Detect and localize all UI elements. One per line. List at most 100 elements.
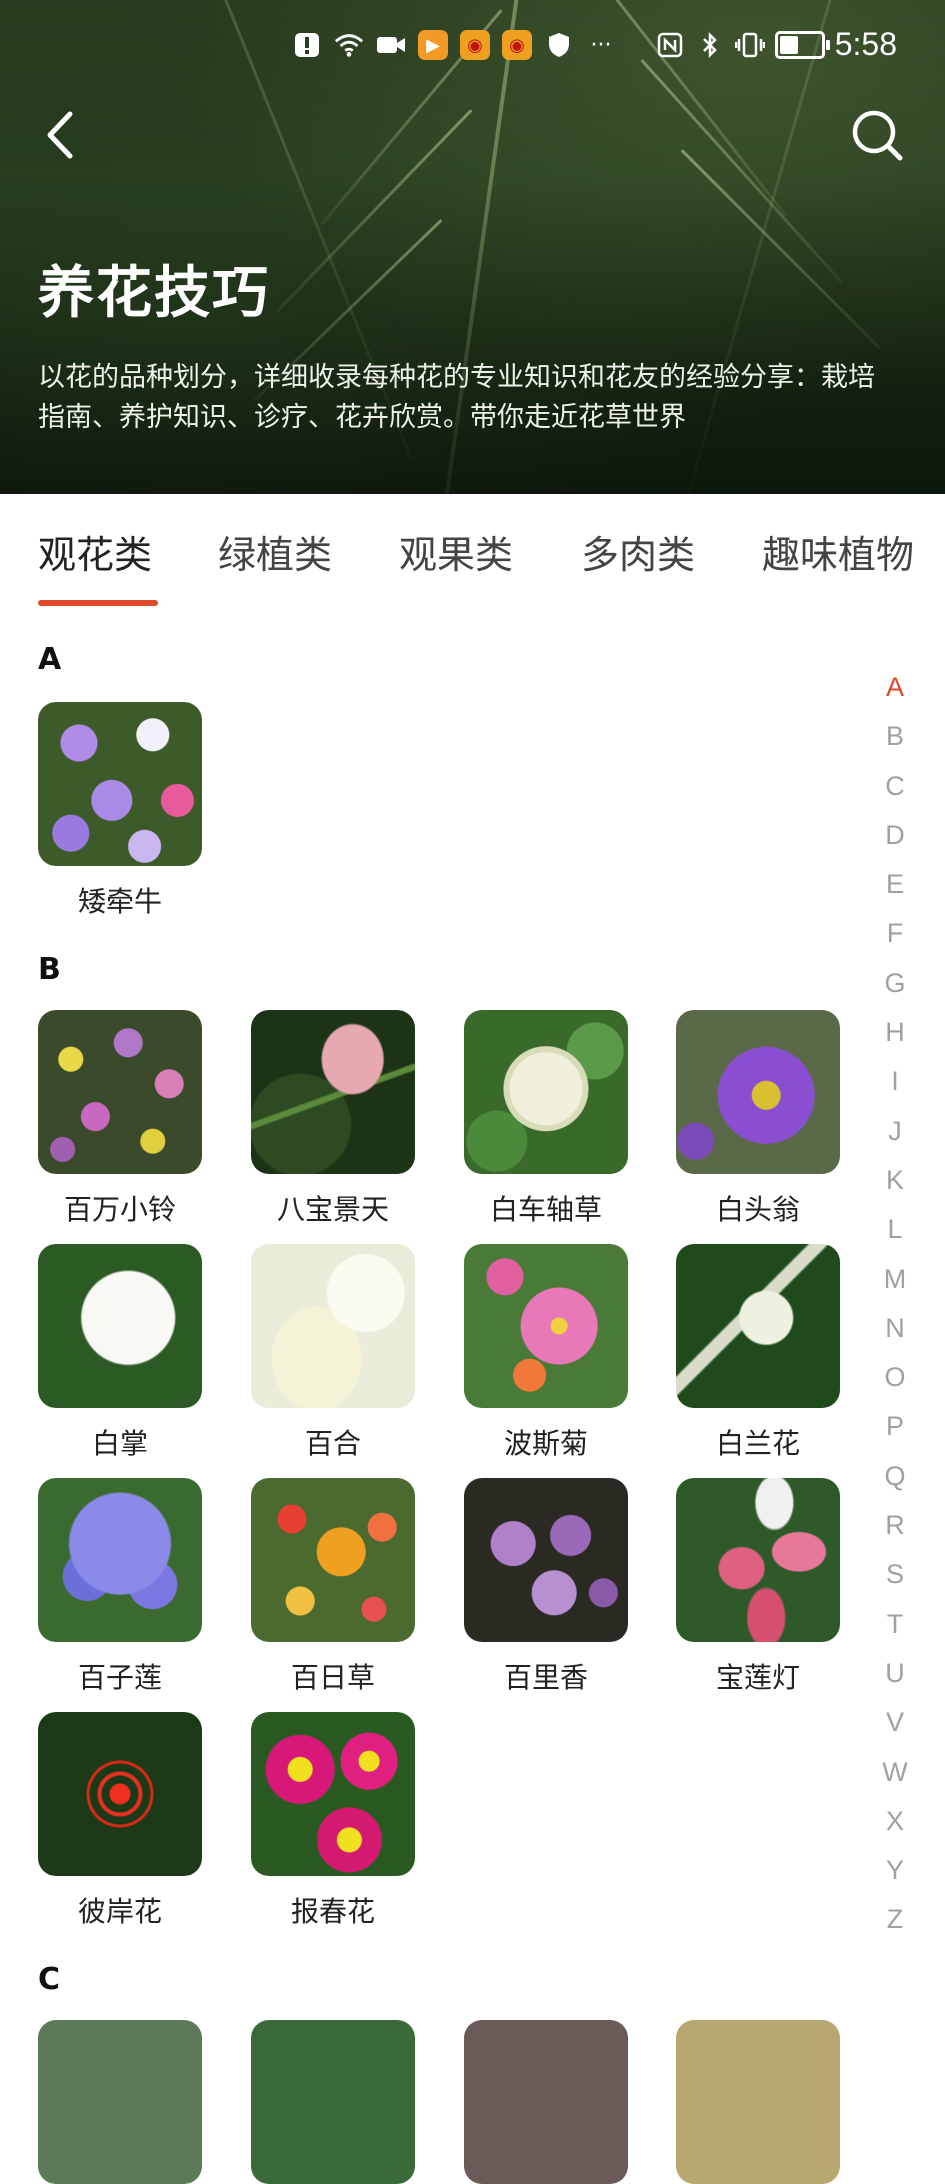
tab-foliage[interactable]: 绿植类: [218, 524, 332, 579]
page-title: 养花技巧: [38, 261, 270, 326]
status-bar: ▶ ◉ ◉ ··· 5:58: [0, 22, 945, 74]
plant-thumbnail: [38, 1244, 202, 1408]
plant-item[interactable]: [251, 2020, 415, 2184]
alphabet-letter-g[interactable]: G: [875, 959, 915, 1008]
alphabet-letter-v[interactable]: V: [875, 1698, 915, 1747]
plant-item[interactable]: [464, 2020, 628, 2184]
plant-name: 报春花: [290, 1895, 375, 1928]
category-tabs: 观花类 绿植类 观果类 多肉类 趣味植物: [0, 494, 945, 606]
alphabet-letter-u[interactable]: U: [875, 1649, 915, 1698]
plant-name: 百子莲: [77, 1661, 162, 1694]
battery-icon: [774, 30, 830, 59]
plant-item[interactable]: 波斯菊: [464, 1244, 628, 1462]
plant-name: 波斯菊: [503, 1427, 588, 1460]
plant-thumbnail: [464, 2020, 628, 2184]
alert-icon: [292, 30, 322, 60]
alphabet-letter-o[interactable]: O: [875, 1353, 915, 1402]
plant-thumbnail: [38, 1712, 202, 1876]
alphabet-letter-n[interactable]: N: [875, 1304, 915, 1353]
back-button[interactable]: [36, 108, 90, 162]
alphabet-index[interactable]: ABCDEFGHIJKLMNOPQRSTUVWXYZ: [875, 663, 915, 1945]
tab-interesting[interactable]: 趣味植物: [762, 524, 914, 579]
plant-item[interactable]: 白车轴草: [464, 1010, 628, 1228]
alphabet-letter-d[interactable]: D: [875, 811, 915, 860]
plant-item[interactable]: [38, 2020, 202, 2184]
plant-thumbnail: [251, 2020, 415, 2184]
alphabet-letter-f[interactable]: F: [875, 909, 915, 958]
plant-item[interactable]: 宝莲灯: [676, 1478, 840, 1696]
alphabet-letter-r[interactable]: R: [875, 1501, 915, 1550]
page-description: 以花的品种划分，详细收录每种花的专业知识和花友的经验分享：栽培指南、养护知识、诊…: [38, 362, 875, 433]
plant-thumbnail: [251, 1010, 415, 1174]
plant-item[interactable]: 报春花: [251, 1712, 415, 1930]
plant-item[interactable]: 百日草: [251, 1478, 415, 1696]
plant-item[interactable]: 百子莲: [38, 1478, 202, 1696]
plant-item[interactable]: 白兰花: [676, 1244, 840, 1462]
plant-item[interactable]: [676, 2020, 840, 2184]
plant-name: 白兰花: [715, 1427, 800, 1460]
alphabet-letter-i[interactable]: I: [875, 1057, 915, 1106]
alphabet-letter-q[interactable]: Q: [875, 1452, 915, 1501]
plant-item[interactable]: 百里香: [464, 1478, 628, 1696]
plant-name: 百日草: [290, 1661, 375, 1694]
more-icon: ···: [590, 32, 612, 58]
plant-name: 宝莲灯: [715, 1661, 800, 1694]
shield-icon: [544, 30, 574, 60]
vibrate-icon: [734, 30, 765, 60]
alphabet-letter-w[interactable]: W: [875, 1748, 915, 1797]
alphabet-letter-j[interactable]: J: [875, 1107, 915, 1156]
plant-thumbnail: [464, 1010, 628, 1174]
alphabet-letter-p[interactable]: P: [875, 1402, 915, 1451]
plant-name: 白掌: [91, 1427, 148, 1460]
nfc-icon: [655, 30, 685, 60]
plant-thumbnail: [464, 1244, 628, 1408]
active-tab-indicator: [38, 600, 158, 606]
alphabet-letter-t[interactable]: T: [875, 1600, 915, 1649]
plant-name: 百里香: [503, 1661, 588, 1694]
alphabet-letter-e[interactable]: E: [875, 860, 915, 909]
alphabet-letter-x[interactable]: X: [875, 1797, 915, 1846]
alphabet-letter-c[interactable]: C: [875, 762, 915, 811]
alphabet-letter-h[interactable]: H: [875, 1008, 915, 1057]
tab-flowering[interactable]: 观花类: [38, 524, 152, 579]
plant-item[interactable]: 矮牵牛: [38, 702, 202, 920]
alphabet-letter-a[interactable]: A: [875, 663, 915, 712]
alphabet-letter-k[interactable]: K: [875, 1156, 915, 1205]
plant-thumbnail: [251, 1244, 415, 1408]
plant-item[interactable]: 百合: [251, 1244, 415, 1462]
weibo-icon: ◉: [460, 30, 490, 60]
search-button[interactable]: [848, 106, 908, 166]
plant-item[interactable]: 彼岸花: [38, 1712, 202, 1930]
alphabet-letter-b[interactable]: B: [875, 712, 915, 761]
plant-name: 八宝景天: [276, 1193, 389, 1226]
wifi-icon: [334, 30, 364, 60]
alphabet-letter-y[interactable]: Y: [875, 1846, 915, 1895]
plant-thumbnail: [676, 1010, 840, 1174]
app-icon: ▶: [418, 30, 448, 60]
plant-item[interactable]: 白掌: [38, 1244, 202, 1462]
alphabet-letter-m[interactable]: M: [875, 1255, 915, 1304]
plant-thumbnail: [676, 1244, 840, 1408]
alphabet-letter-s[interactable]: S: [875, 1550, 915, 1599]
tab-fruit[interactable]: 观果类: [399, 524, 513, 579]
plant-name: 百万小铃: [63, 1193, 176, 1226]
plant-name: 矮牵牛: [77, 885, 162, 918]
tab-succulent[interactable]: 多肉类: [581, 524, 695, 579]
plant-name: 白头翁: [715, 1193, 800, 1226]
section-header-b: B: [38, 952, 61, 987]
header-banner: ▶ ◉ ◉ ··· 5:58 养花技巧 以花的品种划分，详细收录每种花的专业知识…: [0, 0, 945, 494]
plant-name: 彼岸花: [77, 1895, 162, 1928]
plant-thumbnail: [676, 1478, 840, 1642]
status-time: 5:58: [834, 26, 897, 62]
plant-item[interactable]: 八宝景天: [251, 1010, 415, 1228]
alphabet-letter-l[interactable]: L: [875, 1205, 915, 1254]
plant-thumbnail: [251, 1478, 415, 1642]
alphabet-letter-z[interactable]: Z: [875, 1895, 915, 1944]
plant-item[interactable]: 白头翁: [676, 1010, 840, 1228]
plant-name: 白车轴草: [489, 1193, 602, 1226]
plant-thumbnail: [38, 702, 202, 866]
plant-name: 百合: [304, 1427, 361, 1460]
plant-item[interactable]: 百万小铃: [38, 1010, 202, 1228]
video-icon: [376, 30, 406, 60]
plant-thumbnail: [38, 1010, 202, 1174]
